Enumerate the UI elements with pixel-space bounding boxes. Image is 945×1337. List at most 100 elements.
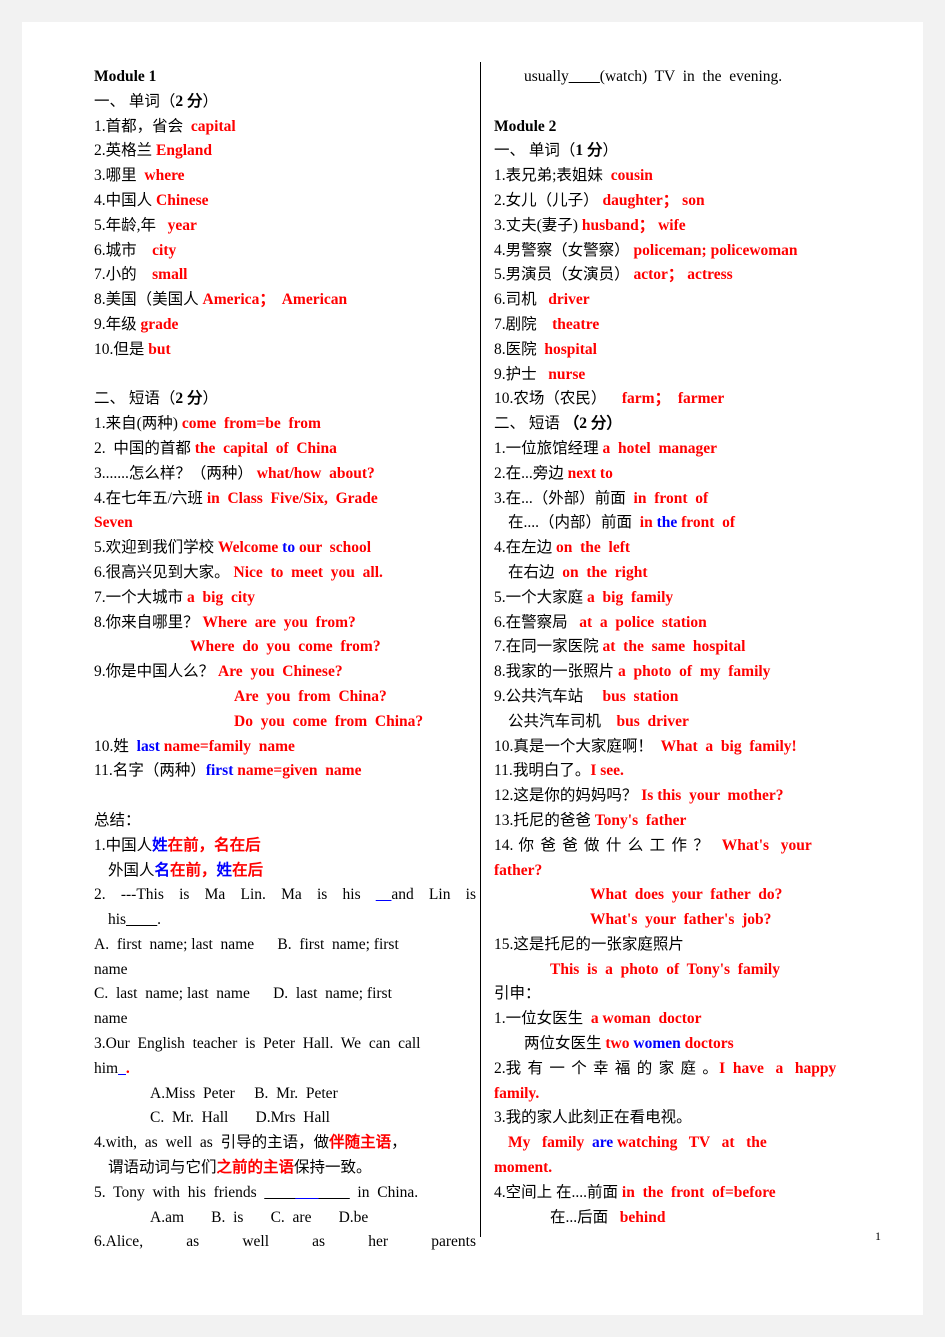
phrase-row: 6.在警察局 at a police station xyxy=(494,611,894,636)
phrase-english-text: a hotel manager xyxy=(602,439,718,457)
question-6-stem: 6.Alice, as well as her parents xyxy=(94,1233,476,1251)
vocab-chinese: 中国人 xyxy=(105,191,153,209)
phrase-number: 8. xyxy=(94,613,106,631)
phrase-chinese: 姓 xyxy=(113,737,129,755)
phrase-number: 2. xyxy=(94,439,106,457)
phrase-chinese: 我家的一张照片 xyxy=(505,663,615,681)
vocab-chinese: 小的 xyxy=(105,266,137,284)
phrase-english-text: what/how about? xyxy=(256,464,375,482)
vocab-chinese: 年级 xyxy=(105,315,137,333)
phrase-english: Tony's father xyxy=(591,812,687,829)
vocab-number: 3. xyxy=(494,216,506,234)
phrase-number: 1. xyxy=(494,439,506,457)
extension-english-text: I have a happy xyxy=(719,1059,837,1077)
phrase-alt-answer: Are you from China? xyxy=(234,687,387,705)
phrase-row: 7.在同一家医院 at the same hospital xyxy=(494,635,894,660)
vocab-number: 5. xyxy=(94,216,106,234)
phrase-wrap-line: father? xyxy=(494,861,543,879)
vocab-row: 4.男警察（女警察） policeman; policewoman xyxy=(494,239,894,264)
continuation-text-b: (watch) TV in the evening. xyxy=(599,68,783,85)
extension-english: I have a happy xyxy=(719,1060,836,1077)
extension-chinese: 我 有 一 个 幸 福 的 家 庭 。 xyxy=(505,1059,720,1077)
question-2-blank-1[interactable]: __ xyxy=(376,886,392,903)
phrase-english: bus station xyxy=(583,687,679,705)
phrase-row: 11.我明白了。I see. xyxy=(494,759,894,784)
phrase-chinese: 一位旅馆经理 xyxy=(505,439,599,457)
vocab-number: 5. xyxy=(494,266,506,284)
option-a[interactable]: A.Miss Peter xyxy=(150,1085,235,1102)
document-page: Module 1 一、 单词（2 分） 1.首都，省会 capital 2.英格… xyxy=(22,22,923,1315)
phrase-number: 7. xyxy=(94,588,106,606)
extension-chinese: 一位女医生 xyxy=(505,1010,584,1028)
option-d[interactable]: D. last name; first xyxy=(273,985,392,1002)
option-c[interactable]: C. last name; last name xyxy=(94,985,250,1002)
vocab-row: 3.丈夫(妻子) husband； wife xyxy=(494,214,894,239)
phrase-number: 15. xyxy=(494,935,514,953)
vocab-english: policeman; policewoman xyxy=(630,242,798,259)
extension-wrap-line: family. xyxy=(494,1084,540,1102)
vocab-english-text: grade xyxy=(140,315,179,333)
vocab-chinese: 司机 xyxy=(505,291,537,309)
extension-english-text: in the front of=before xyxy=(621,1183,776,1201)
phrase-english-text: bus driver xyxy=(616,712,689,730)
option-a[interactable]: A.am xyxy=(150,1209,184,1226)
phrase-chinese: 托尼的爸爸 xyxy=(513,811,591,829)
vocab-chinese: 英格兰 xyxy=(105,142,153,160)
phrase-english: in front of xyxy=(626,490,709,507)
option-b[interactable]: B. first name; first xyxy=(277,936,398,953)
rule-4-text-b: 引导的主语，做 xyxy=(220,1134,330,1152)
phrase-heading-points: （2 分） xyxy=(563,415,622,433)
question-3-blank[interactable]: _ xyxy=(118,1060,126,1077)
vocab-number: 10. xyxy=(494,390,514,408)
option-b[interactable]: B. Mr. Peter xyxy=(254,1085,338,1102)
phrase-number: 11. xyxy=(494,762,513,780)
option-a[interactable]: A. first name; last name xyxy=(94,936,254,953)
phrase-number: 13. xyxy=(494,811,514,829)
vocab-english: nurse xyxy=(537,366,585,383)
phrase-chinese: 在同一家医院 xyxy=(505,638,599,656)
phrase-english-text: bus station xyxy=(602,687,679,705)
phrase-heading-points: 2 分 xyxy=(175,390,203,408)
column-divider xyxy=(480,62,481,1237)
phrase-english-text: at a police station xyxy=(579,613,707,631)
question-5-blank-a[interactable]: ____ xyxy=(264,1184,295,1201)
vocab-english-text: farm； farmer xyxy=(621,390,725,408)
question-5-blank-b[interactable]: ____ xyxy=(319,1184,350,1201)
vocab-heading-suffix: ） xyxy=(202,92,219,110)
option-c[interactable]: C. are xyxy=(271,1209,312,1226)
phrase-english-text: name=given name xyxy=(237,762,362,780)
phrase-english-text: Are you Chinese? xyxy=(218,663,343,681)
phrase-english: Are you Chinese? xyxy=(214,663,343,681)
option-d[interactable]: D.be xyxy=(339,1209,369,1226)
question-2-blank-2[interactable]: ____ xyxy=(126,911,157,928)
vocab-english-text: where xyxy=(144,167,185,185)
question-5-stem: 5. Tony with his friends ___________ in … xyxy=(94,1181,476,1206)
vocab-english: but xyxy=(144,341,170,358)
vocab-number: 6. xyxy=(94,241,106,259)
phrase-number: 8. xyxy=(494,663,506,681)
extension-english: in the front of=before xyxy=(618,1184,776,1201)
phrase-english-text: on the right xyxy=(562,563,648,581)
vocab-english: year xyxy=(156,217,197,234)
option-b[interactable]: B. is xyxy=(211,1209,243,1226)
phrase-english: what/how about? xyxy=(253,465,375,482)
rule-4-row: 4.with, as well as 引导的主语，做伴随主语， xyxy=(94,1131,476,1156)
phrase-english: a big city xyxy=(183,589,255,606)
phrase-chinese: 在警察局 xyxy=(505,613,568,631)
option-d[interactable]: D.Mrs Hall xyxy=(256,1109,330,1126)
extension-number: 1. xyxy=(494,1010,506,1028)
phrase-row: 10.姓 last name=family name xyxy=(94,735,476,760)
phrase-english: the capital of China xyxy=(191,440,337,457)
vocab-english: grade xyxy=(137,316,179,333)
module-2-vocab-heading: 一、 单词（1 分） xyxy=(494,139,894,164)
vocab-english: America； American xyxy=(199,291,348,308)
question-5-text-b: in China. xyxy=(349,1183,419,1201)
phrase-english-text: What a big family! xyxy=(660,737,797,755)
rule-4-highlight-1: 伴随主语 xyxy=(329,1134,392,1152)
vocab-number: 8. xyxy=(94,291,106,309)
option-c[interactable]: C. Mr. Hall xyxy=(150,1109,228,1126)
continuation-blank[interactable]: ____ xyxy=(569,68,600,85)
question-5-blank-highlight[interactable]: ___ xyxy=(295,1184,318,1201)
vocab-heading-prefix: 一、 单词（ xyxy=(494,142,576,160)
